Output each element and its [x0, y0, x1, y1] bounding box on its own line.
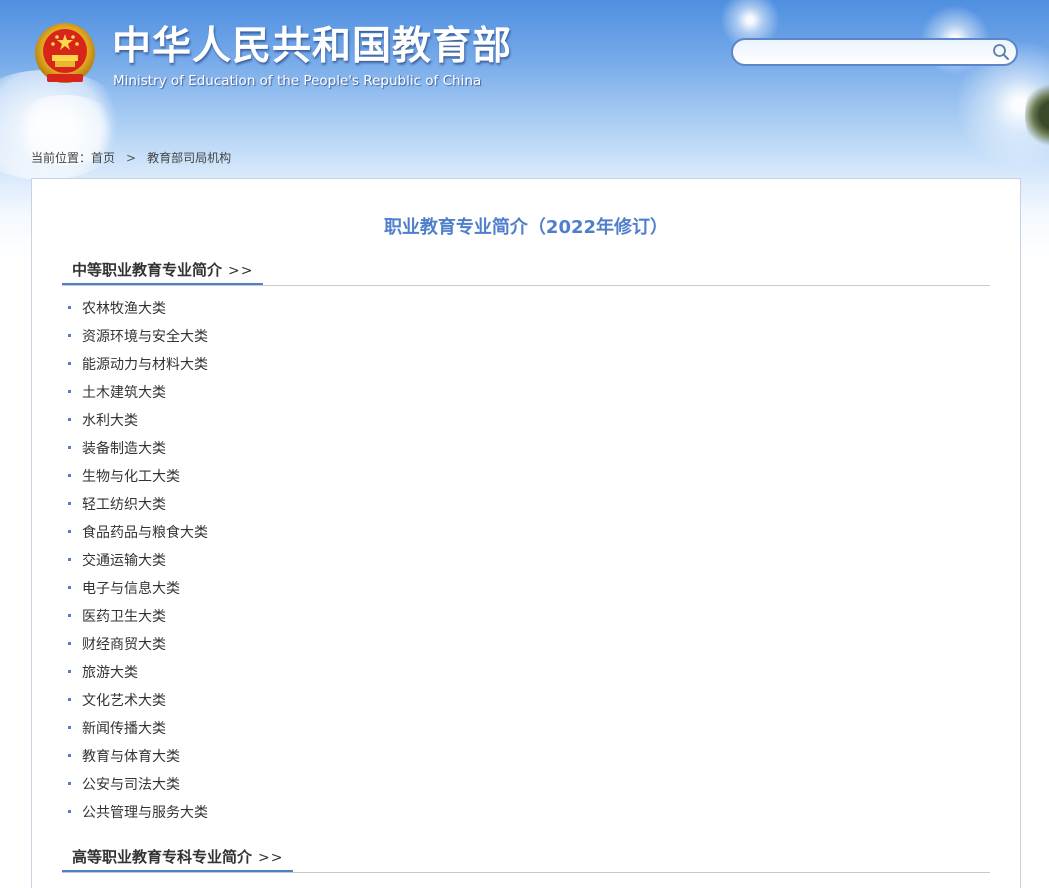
list-item-label: 水利大类	[82, 413, 138, 429]
list-item[interactable]: 装备制造大类	[68, 435, 208, 463]
bullet-icon	[68, 669, 71, 673]
breadcrumb: 当前位置：首页 > 教育部司局机构	[31, 149, 231, 166]
section-label-text: 高等职业教育专科专业简介	[72, 848, 253, 866]
bullet-icon	[68, 585, 71, 589]
bullet-icon	[68, 613, 71, 617]
section-link-secondary-vocational[interactable]: 中等职业教育专业简介 >>	[62, 259, 264, 285]
list-item[interactable]: 农林牧渔大类	[68, 295, 208, 323]
bullet-icon	[68, 725, 71, 729]
list-item-label: 装备制造大类	[82, 441, 166, 457]
list-item-label: 医药卫生大类	[82, 609, 166, 625]
bullet-icon	[68, 417, 71, 421]
list-item[interactable]: 电子与信息大类	[68, 575, 208, 603]
list-item-label: 公安与司法大类	[82, 777, 180, 793]
list-item-label: 生物与化工大类	[82, 469, 180, 485]
list-item[interactable]: 教育与体育大类	[68, 743, 208, 771]
site-title: 中华人民共和国教育部	[112, 24, 513, 69]
list-item[interactable]: 资源环境与安全大类	[68, 323, 208, 351]
list-item-label: 财经商贸大类	[82, 637, 166, 653]
category-list: 农林牧渔大类 资源环境与安全大类 能源动力与材料大类 土木建筑大类 水利大类 装…	[68, 295, 208, 827]
list-item-label: 轻工纺织大类	[82, 497, 166, 513]
bullet-icon	[68, 809, 71, 813]
bullet-icon	[68, 361, 71, 365]
bullet-icon	[68, 473, 71, 477]
list-item[interactable]: 交通运输大类	[68, 547, 208, 575]
list-item-label: 食品药品与粮食大类	[82, 525, 208, 541]
site-subtitle: Ministry of Education of the People's Re…	[113, 73, 482, 89]
double-arrow-icon: >>	[228, 263, 254, 279]
bullet-icon	[68, 501, 71, 505]
section-header-higher: 高等职业教育专科专业简介 >>	[62, 846, 990, 873]
list-item-label: 土木建筑大类	[82, 385, 166, 401]
list-item-label: 教育与体育大类	[82, 749, 180, 765]
breadcrumb-prefix: 当前位置：	[31, 151, 92, 165]
list-item[interactable]: 土木建筑大类	[68, 379, 208, 407]
bullet-icon	[68, 333, 71, 337]
list-item-label: 公共管理与服务大类	[82, 805, 208, 821]
list-item[interactable]: 新闻传播大类	[68, 715, 208, 743]
list-item-label: 电子与信息大类	[82, 581, 180, 597]
list-item[interactable]: 轻工纺织大类	[68, 491, 208, 519]
list-item-label: 旅游大类	[82, 665, 138, 681]
list-item[interactable]: 水利大类	[68, 407, 208, 435]
list-item[interactable]: 生物与化工大类	[68, 463, 208, 491]
list-item[interactable]: 文化艺术大类	[68, 687, 208, 715]
list-item[interactable]: 公安与司法大类	[68, 771, 208, 799]
bullet-icon	[68, 557, 71, 561]
list-item-label: 交通运输大类	[82, 553, 166, 569]
list-item[interactable]: 财经商贸大类	[68, 631, 208, 659]
breadcrumb-separator: >	[126, 151, 137, 165]
national-emblem-icon	[33, 22, 97, 88]
page-title: 职业教育专业简介（2022年修订）	[383, 217, 669, 238]
list-item-label: 农林牧渔大类	[82, 301, 166, 317]
bullet-icon	[68, 753, 71, 757]
bullet-icon	[68, 781, 71, 785]
list-item[interactable]: 医药卫生大类	[68, 603, 208, 631]
list-item[interactable]: 公共管理与服务大类	[68, 799, 208, 827]
section-label-text: 中等职业教育专业简介	[72, 261, 223, 279]
section-header-secondary: 中等职业教育专业简介 >>	[62, 259, 990, 286]
list-item-label: 文化艺术大类	[82, 693, 166, 709]
search-box	[731, 38, 1018, 66]
bullet-icon	[68, 389, 71, 393]
list-item-label: 新闻传播大类	[82, 721, 166, 737]
list-item[interactable]: 旅游大类	[68, 659, 208, 687]
bullet-icon	[68, 529, 71, 533]
double-arrow-icon: >>	[258, 850, 284, 866]
breadcrumb-home-link[interactable]: 首页	[91, 149, 115, 166]
list-item-label: 资源环境与安全大类	[82, 329, 208, 345]
bullet-icon	[68, 641, 71, 645]
bullet-icon	[68, 445, 71, 449]
search-icon[interactable]	[992, 43, 1010, 61]
list-item-label: 能源动力与材料大类	[82, 357, 208, 373]
bullet-icon	[68, 305, 71, 309]
main-content-panel: 职业教育专业简介（2022年修订） 中等职业教育专业简介 >> 农林牧渔大类 资源…	[31, 178, 1021, 888]
section-link-higher-vocational[interactable]: 高等职业教育专科专业简介 >>	[62, 846, 294, 872]
list-item[interactable]: 食品药品与粮食大类	[68, 519, 208, 547]
search-input[interactable]	[745, 42, 989, 64]
breadcrumb-current[interactable]: 教育部司局机构	[147, 149, 231, 166]
list-item[interactable]: 能源动力与材料大类	[68, 351, 208, 379]
bullet-icon	[68, 697, 71, 701]
